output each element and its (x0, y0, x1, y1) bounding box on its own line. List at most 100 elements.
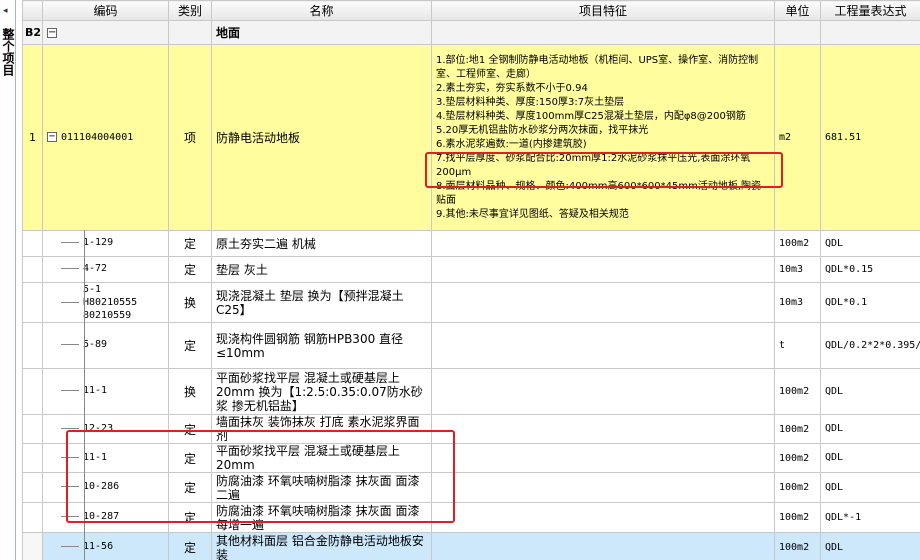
sub-item-expression[interactable]: QDL*0.15 (820, 256, 920, 283)
item-features[interactable]: 1.部位:地1 全钢制防静电活动地板（机柜间、UPS室、操作室、消防控制室、工程… (431, 44, 775, 231)
sub-item-category[interactable]: 定 (168, 472, 212, 503)
sub-item-features[interactable] (431, 322, 775, 369)
sub-item-row[interactable]: 1-129 定原土夯实二遍 机械 100m2 QDL (22, 230, 920, 257)
sub-item-unit[interactable]: 10m3 (774, 256, 821, 283)
sub-item-name[interactable]: 现浇构件圆钢筋 钢筋HPB300 直径≤10mm (211, 322, 432, 369)
sub-item-unit[interactable]: 100m2 (774, 368, 821, 415)
sub-item-row[interactable]: 11-56 定其他材料面层 铝合金防静电活动地板安装 100m2 QDL (22, 532, 920, 560)
header-category[interactable]: 类别 (168, 0, 212, 21)
sub-item-features[interactable] (431, 472, 775, 503)
sub-item-code-cell[interactable]: 5-89 (42, 322, 169, 369)
sub-item-name[interactable]: 防腐油漆 环氧呋喃树脂漆 抹灰面 面漆 二遍 (211, 472, 432, 503)
sub-item-unit[interactable]: t (774, 322, 821, 369)
sub-item-index (22, 414, 43, 444)
sub-item-unit[interactable]: 10m3 (774, 282, 821, 323)
sub-item-category[interactable]: 定 (168, 256, 212, 283)
sub-item-category[interactable]: 换 (168, 282, 212, 323)
sub-item-category[interactable]: 定 (168, 502, 212, 533)
sub-item-category[interactable]: 换 (168, 368, 212, 415)
sub-item-code-cell[interactable]: 1-129 (42, 230, 169, 257)
sub-item-name[interactable]: 垫层 灰土 (211, 256, 432, 283)
sub-item-unit[interactable]: 100m2 (774, 472, 821, 503)
sub-item-row[interactable]: 12-23 定墙面抹灰 装饰抹灰 打底 素水泥浆界面剂 100m2 QDL (22, 414, 920, 444)
header-code[interactable]: 编码 (42, 0, 169, 21)
sub-item-code-cell[interactable]: 4-72 (42, 256, 169, 283)
arrow-left-icon[interactable]: ◂ (3, 6, 8, 16)
sub-item-category[interactable]: 定 (168, 443, 212, 473)
tree-branch-line (61, 390, 79, 392)
sub-item-index (22, 368, 43, 415)
sub-item-features[interactable] (431, 414, 775, 444)
sub-item-unit[interactable]: 100m2 (774, 443, 821, 473)
item-category: 项 (168, 44, 212, 231)
sub-item-unit[interactable]: 100m2 (774, 414, 821, 444)
sub-item-code-cell[interactable]: 5-1 H80210555 80210559 (42, 282, 169, 323)
sub-item-code: 11-56 (83, 541, 114, 553)
sub-item-code-cell[interactable]: 12-23 (42, 414, 169, 444)
sub-item-row[interactable]: 11-1 定平面砂浆找平层 混凝土或硬基层上 20mm 100m2 QDL (22, 443, 920, 473)
sub-item-category[interactable]: 定 (168, 230, 212, 257)
sub-item-features[interactable] (431, 368, 775, 415)
sub-item-name[interactable]: 墙面抹灰 装饰抹灰 打底 素水泥浆界面剂 (211, 414, 432, 444)
sub-item-name[interactable]: 原土夯实二遍 机械 (211, 230, 432, 257)
sub-item-name[interactable]: 其他材料面层 铝合金防静电活动地板安装 (211, 532, 432, 560)
bill-item-row[interactable]: 1 −011104004001 项 防静电活动地板 1.部位:地1 全钢制防静电… (22, 44, 920, 231)
sub-item-features[interactable] (431, 532, 775, 560)
item-unit[interactable]: m2 (774, 44, 821, 231)
sub-item-name[interactable]: 防腐油漆 环氧呋喃树脂漆 抹灰面 面漆 每增一遍 (211, 502, 432, 533)
sub-item-expression[interactable]: QDL (820, 368, 920, 415)
sub-item-row[interactable]: 10-287 定防腐油漆 环氧呋喃树脂漆 抹灰面 面漆 每增一遍 100m2 QDL*… (22, 502, 920, 533)
sub-item-category[interactable]: 定 (168, 532, 212, 560)
sub-item-row[interactable]: 5-89 定现浇构件圆钢筋 钢筋HPB300 直径≤10mm t QDL/0.2*2*… (22, 322, 920, 369)
feature-line: 8.面层材料品种、规格、颜色:400mm高600*600*45mm活动地板,陶瓷… (436, 180, 762, 206)
sub-item-row[interactable]: 11-1 换平面砂浆找平层 混凝土或硬基层上 20mm 换为【1:2.5:0.35… (22, 368, 920, 415)
header-unit[interactable]: 单位 (774, 0, 821, 21)
sub-item-code-cell[interactable]: 11-1 (42, 443, 169, 473)
sub-item-name[interactable]: 平面砂浆找平层 混凝土或硬基层上 20mm 换为【1:2.5:0.35:0.07… (211, 368, 432, 415)
tree-branch-line (61, 242, 79, 244)
sub-item-row[interactable]: 10-286 定防腐油漆 环氧呋喃树脂漆 抹灰面 面漆 二遍 100m2 QDL (22, 472, 920, 503)
sub-item-category[interactable]: 定 (168, 414, 212, 444)
sub-item-unit[interactable]: 100m2 (774, 230, 821, 257)
sub-item-category[interactable]: 定 (168, 322, 212, 369)
header-index (22, 0, 43, 21)
sub-item-unit[interactable]: 100m2 (774, 502, 821, 533)
sub-item-row[interactable]: 5-1 H80210555 80210559 换现浇混凝土 垫层 换为【预拌混凝土… (22, 282, 920, 323)
sub-item-row[interactable]: 4-72 定垫层 灰土 10m3 QDL*0.15 (22, 256, 920, 283)
header-features[interactable]: 项目特征 (431, 0, 775, 21)
sub-item-unit[interactable]: 100m2 (774, 532, 821, 560)
section-row[interactable]: B2 − 地面 (22, 20, 920, 45)
item-name[interactable]: 防静电活动地板 (211, 44, 432, 231)
tree-branch-line (61, 486, 79, 488)
sub-item-index (22, 472, 43, 503)
item-expression[interactable]: 681.51 (820, 44, 920, 231)
sub-item-code-cell[interactable]: 10-287 (42, 502, 169, 533)
bill-grid: 编码 类别 名称 项目特征 单位 工程量表达式 B2 − 地面 1 −01110… (22, 0, 920, 560)
header-expression[interactable]: 工程量表达式 (820, 0, 920, 21)
sub-item-code-cell[interactable]: 10-286 (42, 472, 169, 503)
tree-branch-line (61, 456, 79, 458)
sub-item-index (22, 230, 43, 257)
sub-item-expression[interactable]: QDL (820, 532, 920, 560)
feature-line: 6.素水泥浆遍数:一道(内掺建筑胶) (436, 138, 587, 150)
sub-item-code-cell[interactable]: 11-1 (42, 368, 169, 415)
sub-item-features[interactable] (431, 502, 775, 533)
sub-item-name[interactable]: 现浇混凝土 垫层 换为【预拌混凝土 C25】 (211, 282, 432, 323)
sub-item-features[interactable] (431, 256, 775, 283)
sub-item-expression[interactable]: QDL (820, 443, 920, 473)
sub-item-expression[interactable]: QDL*0.1 (820, 282, 920, 323)
sub-item-features[interactable] (431, 282, 775, 323)
sub-item-name[interactable]: 平面砂浆找平层 混凝土或硬基层上 20mm (211, 443, 432, 473)
sub-item-features[interactable] (431, 443, 775, 473)
sub-item-expression[interactable]: QDL (820, 230, 920, 257)
collapse-icon[interactable]: − (47, 28, 57, 38)
sub-item-expression[interactable]: QDL (820, 414, 920, 444)
sub-item-expression[interactable]: QDL*-1 (820, 502, 920, 533)
sub-item-expression[interactable]: QDL (820, 472, 920, 503)
collapse-icon[interactable]: − (47, 132, 57, 142)
header-name[interactable]: 名称 (211, 0, 432, 21)
sub-item-features[interactable] (431, 230, 775, 257)
sub-item-code-cell[interactable]: 11-56 (42, 532, 169, 560)
sub-item-expression[interactable]: QDL/0.2*2*0.395/1000 (820, 322, 920, 369)
project-side-tab[interactable]: ◂ 整个项目 (0, 0, 16, 560)
